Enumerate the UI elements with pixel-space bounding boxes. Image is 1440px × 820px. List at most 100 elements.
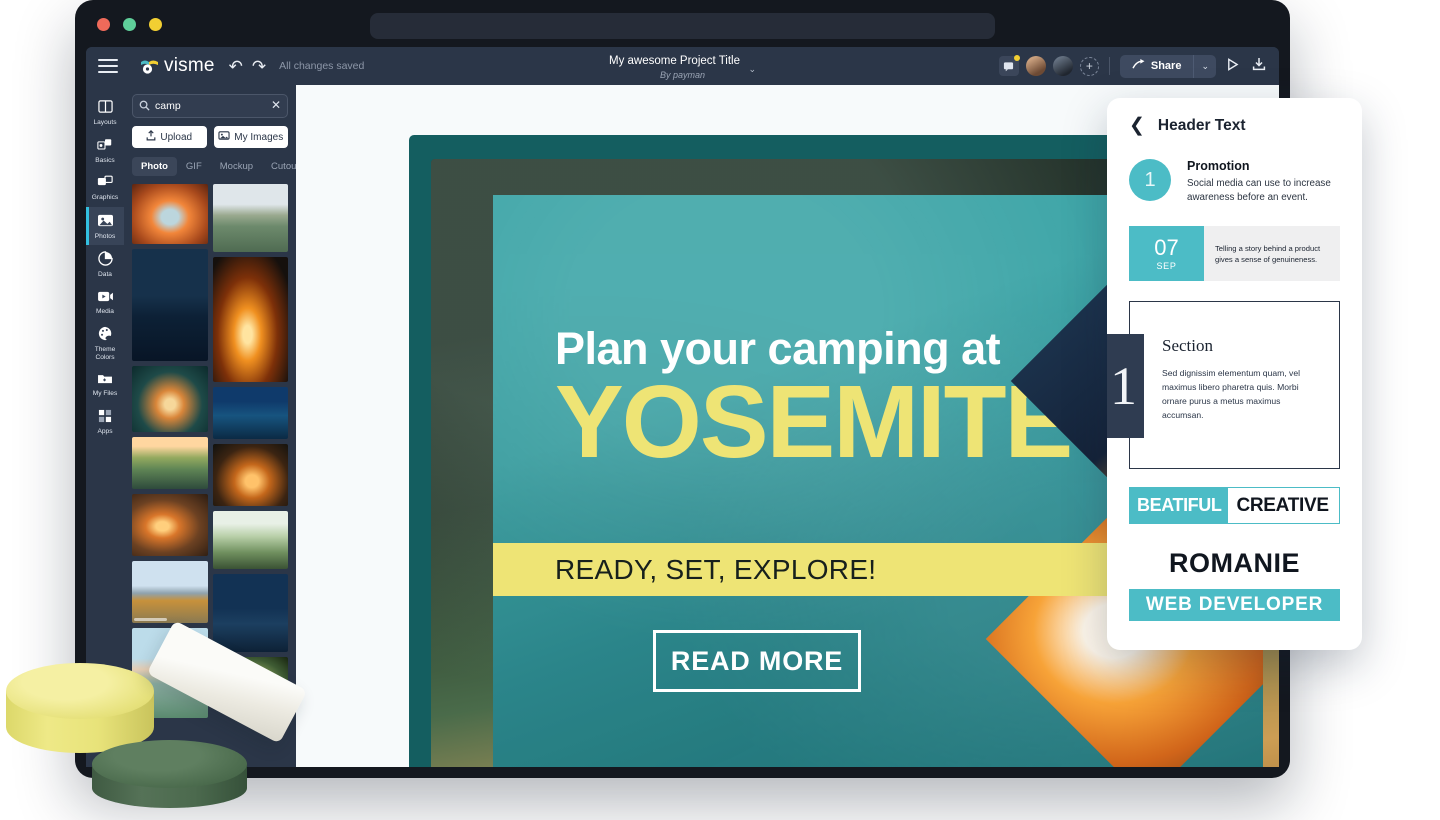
window-traffic-lights: [97, 18, 162, 31]
sidebar-item-label: Media: [96, 307, 114, 315]
search-input[interactable]: [132, 94, 288, 118]
badge-right-text: CREATIVE: [1228, 488, 1337, 523]
redo-arrow-icon[interactable]: ↷: [252, 58, 266, 75]
sidebar-item-label: Data: [98, 271, 112, 278]
section-title: Section: [1162, 336, 1213, 355]
visme-mark-icon: [140, 58, 159, 75]
panel-header: ❮ Header Text: [1107, 98, 1362, 135]
my-images-button[interactable]: My Images: [213, 126, 288, 148]
photo-thumbnail[interactable]: [132, 249, 208, 361]
sidebar-item-apps[interactable]: Apps: [86, 403, 124, 441]
editor-toolbar: visme ↶ ↷ All changes saved My awesome P…: [86, 47, 1279, 85]
promotion-template-card[interactable]: 1 Promotion Social media can use to incr…: [1129, 159, 1340, 204]
panel-action-buttons: Upload My Images: [132, 126, 288, 148]
share-button[interactable]: Share: [1120, 55, 1194, 78]
browser-url-bar[interactable]: [370, 13, 995, 39]
tab-mockup[interactable]: Mockup: [211, 157, 262, 176]
maximize-window-button[interactable]: [123, 18, 136, 31]
comment-bubble-icon[interactable]: [998, 55, 1020, 76]
toolbar-right-actions: + Share ⌄: [998, 47, 1269, 85]
close-window-button[interactable]: [97, 18, 110, 31]
photo-thumbnail[interactable]: [212, 184, 288, 252]
hamburger-menu-icon[interactable]: [98, 58, 118, 74]
sidebar-item-photos[interactable]: Photos: [86, 206, 124, 245]
photo-thumbnail[interactable]: [132, 366, 208, 432]
download-icon[interactable]: [1249, 57, 1269, 75]
share-button-group[interactable]: Share ⌄: [1119, 54, 1216, 78]
read-more-label: READ MORE: [670, 645, 844, 676]
media-video-icon: [97, 290, 114, 306]
sidebar-item-my-files[interactable]: My Files: [86, 366, 124, 403]
tab-photo[interactable]: Photo: [132, 157, 177, 176]
photo-thumbnail[interactable]: [212, 574, 288, 652]
upload-label: Upload: [160, 131, 193, 143]
theme-palette-icon: [98, 326, 113, 344]
thumbnail-progress-bar: [134, 618, 206, 621]
date-template-card[interactable]: 07 SEP Telling a story behind a product …: [1129, 226, 1340, 281]
close-x-icon[interactable]: ✕: [271, 98, 281, 112]
photo-thumbnail[interactable]: [212, 511, 288, 569]
screenshot-root: visme ↶ ↷ All changes saved My awesome P…: [0, 0, 1440, 820]
avatar[interactable]: [1052, 56, 1073, 76]
badge-template-card[interactable]: BEATIFUL CREATIVE: [1129, 487, 1340, 524]
date-badge: 07 SEP: [1129, 226, 1204, 281]
name-card-role[interactable]: WEB DEVELOPER: [1129, 589, 1340, 621]
sidebar-item-media[interactable]: Media: [86, 284, 124, 321]
sidebar-item-label: Theme Colors: [94, 346, 116, 361]
date-month: SEP: [1156, 260, 1177, 271]
promotion-text-group: Promotion Social media can use to increa…: [1187, 159, 1340, 204]
poster-headline-large[interactable]: YOSEMITE: [555, 367, 1073, 477]
play-triangle-icon[interactable]: [1223, 57, 1242, 75]
date-day: 07: [1154, 234, 1179, 260]
chevron-down-icon[interactable]: ⌄: [748, 64, 756, 74]
section-template-card[interactable]: 1 Section Sed dignissim elementum quam, …: [1107, 301, 1340, 469]
read-more-button[interactable]: READ MORE: [653, 630, 861, 692]
tab-gif[interactable]: GIF: [177, 157, 211, 176]
avatar[interactable]: [1025, 56, 1046, 76]
page-title[interactable]: My awesome Project Title: [609, 55, 740, 67]
chevron-left-icon[interactable]: ❮: [1129, 116, 1145, 135]
notification-dot: [1013, 55, 1020, 61]
name-card-name[interactable]: ROMANIE: [1107, 548, 1362, 579]
photo-thumbnail[interactable]: [212, 387, 288, 439]
sidebar-item-theme-colors[interactable]: Theme Colors: [86, 320, 124, 366]
share-arrow-icon: [1132, 59, 1145, 73]
basics-shapes-icon: [97, 138, 113, 155]
brand-logo[interactable]: visme: [140, 55, 215, 77]
photo-thumbnail[interactable]: [132, 561, 208, 623]
brand-wordmark: visme: [164, 55, 215, 76]
apps-grid-icon: [98, 409, 112, 426]
photo-thumbnail[interactable]: [212, 444, 288, 506]
sidebar-item-layouts[interactable]: Layouts: [86, 93, 124, 132]
photos-image-icon: [97, 213, 114, 231]
date-description: Telling a story behind a product gives a…: [1215, 243, 1321, 264]
badge-left-text: BEATIFUL: [1130, 488, 1229, 523]
upload-icon: [146, 130, 156, 144]
save-status-label: All changes saved: [279, 60, 365, 72]
data-piechart-icon: [97, 251, 113, 269]
photo-thumbnail[interactable]: [212, 257, 288, 382]
toolbar-divider: [1108, 57, 1110, 75]
undo-arrow-icon[interactable]: ↶: [229, 58, 243, 75]
sidebar-item-data[interactable]: Data: [86, 245, 124, 284]
photo-thumbnail[interactable]: [132, 494, 208, 556]
minimize-window-button[interactable]: [149, 18, 162, 31]
share-dropdown-caret-icon[interactable]: ⌄: [1193, 54, 1216, 78]
photo-thumbnail[interactable]: [132, 437, 208, 489]
sidebar-item-label: Basics: [95, 156, 115, 164]
upload-button[interactable]: Upload: [132, 126, 207, 148]
poster-yellow-band[interactable]: READY, SET, EXPLORE!: [493, 543, 1138, 596]
promotion-title: Promotion: [1187, 159, 1250, 173]
green-cylinder-prop: [92, 740, 247, 820]
promotion-number-badge: 1: [1129, 159, 1171, 201]
visme-editor-window: visme ↶ ↷ All changes saved My awesome P…: [86, 47, 1279, 767]
sidebar-item-basics[interactable]: Basics: [86, 132, 124, 170]
search-icon: [139, 100, 150, 114]
share-label: Share: [1150, 60, 1182, 72]
date-description-area: Telling a story behind a product gives a…: [1204, 226, 1340, 281]
promotion-description: Social media can use to increase awarene…: [1187, 178, 1331, 203]
sidebar-item-graphics[interactable]: Graphics: [86, 169, 124, 207]
panel-body: 1 Promotion Social media can use to incr…: [1107, 159, 1362, 281]
add-collaborator-button[interactable]: +: [1079, 56, 1099, 76]
photo-thumbnail[interactable]: [132, 184, 208, 244]
